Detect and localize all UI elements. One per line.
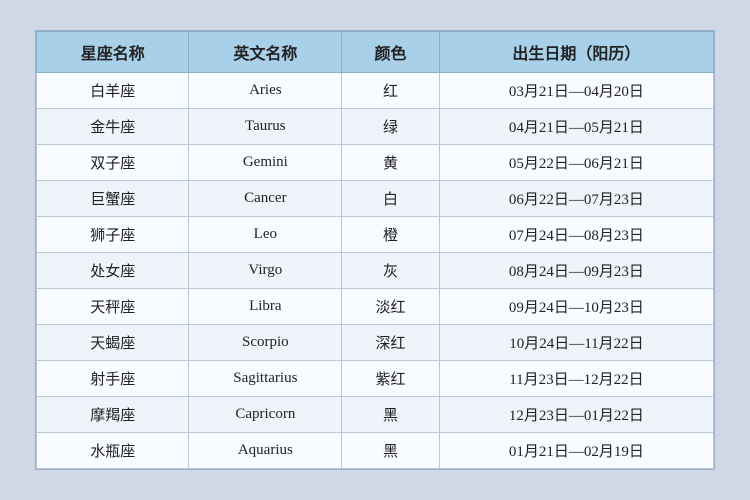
cell-color: 黑	[342, 433, 440, 469]
cell-chinese-name: 巨蟹座	[37, 181, 189, 217]
cell-dates: 08月24日—09月23日	[439, 253, 713, 289]
zodiac-table: 星座名称 英文名称 颜色 出生日期（阳历） 白羊座Aries红03月21日—04…	[36, 31, 714, 469]
header-english-name: 英文名称	[189, 32, 342, 73]
cell-color: 灰	[342, 253, 440, 289]
cell-chinese-name: 金牛座	[37, 109, 189, 145]
cell-chinese-name: 摩羯座	[37, 397, 189, 433]
cell-color: 白	[342, 181, 440, 217]
cell-color: 深红	[342, 325, 440, 361]
cell-english-name: Aries	[189, 73, 342, 109]
cell-color: 黄	[342, 145, 440, 181]
cell-color: 绿	[342, 109, 440, 145]
cell-english-name: Cancer	[189, 181, 342, 217]
table-row: 金牛座Taurus绿04月21日—05月21日	[37, 109, 714, 145]
table-body: 白羊座Aries红03月21日—04月20日金牛座Taurus绿04月21日—0…	[37, 73, 714, 469]
cell-chinese-name: 射手座	[37, 361, 189, 397]
zodiac-table-container: 星座名称 英文名称 颜色 出生日期（阳历） 白羊座Aries红03月21日—04…	[35, 30, 715, 470]
cell-english-name: Virgo	[189, 253, 342, 289]
cell-dates: 07月24日—08月23日	[439, 217, 713, 253]
cell-color: 橙	[342, 217, 440, 253]
table-row: 摩羯座Capricorn黑12月23日—01月22日	[37, 397, 714, 433]
cell-dates: 12月23日—01月22日	[439, 397, 713, 433]
table-row: 水瓶座Aquarius黑01月21日—02月19日	[37, 433, 714, 469]
cell-color: 红	[342, 73, 440, 109]
header-chinese-name: 星座名称	[37, 32, 189, 73]
table-row: 白羊座Aries红03月21日—04月20日	[37, 73, 714, 109]
cell-english-name: Taurus	[189, 109, 342, 145]
table-row: 天秤座Libra淡红09月24日—10月23日	[37, 289, 714, 325]
cell-english-name: Libra	[189, 289, 342, 325]
cell-english-name: Sagittarius	[189, 361, 342, 397]
cell-dates: 06月22日—07月23日	[439, 181, 713, 217]
cell-dates: 09月24日—10月23日	[439, 289, 713, 325]
cell-dates: 01月21日—02月19日	[439, 433, 713, 469]
cell-chinese-name: 双子座	[37, 145, 189, 181]
cell-chinese-name: 天秤座	[37, 289, 189, 325]
cell-chinese-name: 水瓶座	[37, 433, 189, 469]
cell-chinese-name: 白羊座	[37, 73, 189, 109]
cell-dates: 11月23日—12月22日	[439, 361, 713, 397]
cell-color: 黑	[342, 397, 440, 433]
header-dates: 出生日期（阳历）	[439, 32, 713, 73]
table-row: 双子座Gemini黄05月22日—06月21日	[37, 145, 714, 181]
cell-chinese-name: 天蝎座	[37, 325, 189, 361]
cell-dates: 10月24日—11月22日	[439, 325, 713, 361]
cell-english-name: Scorpio	[189, 325, 342, 361]
cell-english-name: Capricorn	[189, 397, 342, 433]
cell-english-name: Leo	[189, 217, 342, 253]
cell-chinese-name: 狮子座	[37, 217, 189, 253]
table-row: 狮子座Leo橙07月24日—08月23日	[37, 217, 714, 253]
table-row: 天蝎座Scorpio深红10月24日—11月22日	[37, 325, 714, 361]
cell-color: 紫红	[342, 361, 440, 397]
table-row: 射手座Sagittarius紫红11月23日—12月22日	[37, 361, 714, 397]
cell-dates: 04月21日—05月21日	[439, 109, 713, 145]
cell-color: 淡红	[342, 289, 440, 325]
table-row: 处女座Virgo灰08月24日—09月23日	[37, 253, 714, 289]
table-header-row: 星座名称 英文名称 颜色 出生日期（阳历）	[37, 32, 714, 73]
cell-chinese-name: 处女座	[37, 253, 189, 289]
cell-dates: 03月21日—04月20日	[439, 73, 713, 109]
table-row: 巨蟹座Cancer白06月22日—07月23日	[37, 181, 714, 217]
cell-english-name: Gemini	[189, 145, 342, 181]
cell-english-name: Aquarius	[189, 433, 342, 469]
cell-dates: 05月22日—06月21日	[439, 145, 713, 181]
header-color: 颜色	[342, 32, 440, 73]
